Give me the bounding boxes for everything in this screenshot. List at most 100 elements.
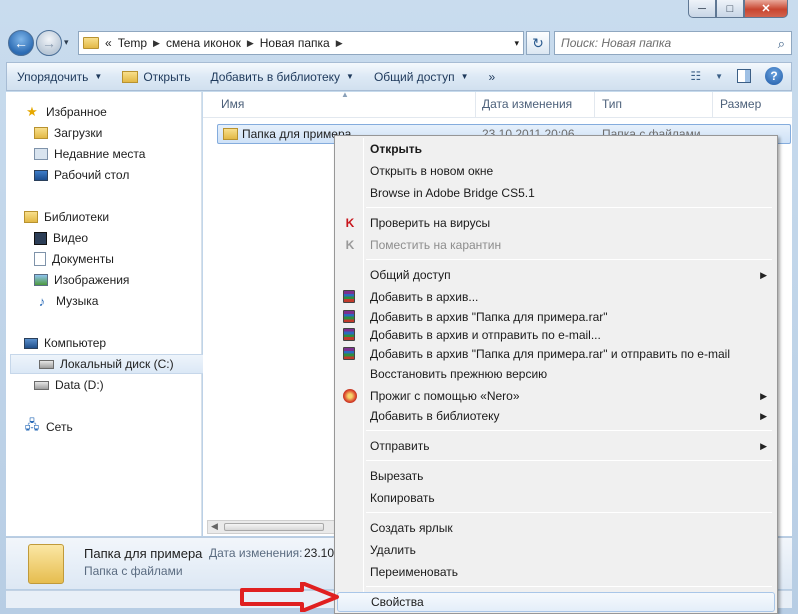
menu-item-cut[interactable]: Вырезать (337, 466, 775, 486)
nav-network[interactable]: 🖧 Сеть (24, 417, 73, 437)
context-menu: Открыть Открыть в новом окне Browse in A… (334, 135, 778, 614)
menu-item-send-to[interactable]: Отправить ▶ (337, 436, 775, 456)
nav-pictures[interactable]: Изображения (34, 270, 129, 290)
downloads-folder-icon (34, 127, 48, 139)
large-folder-icon (28, 544, 64, 584)
window-controls: ─ □ ✕ (688, 0, 788, 18)
chevron-right-icon[interactable]: ▶ (153, 38, 160, 49)
menu-item-add-archive[interactable]: Добавить в архив... (337, 287, 775, 307)
breadcrumb-item[interactable]: смена иконок ▶ (166, 36, 254, 50)
winrar-icon (343, 328, 355, 341)
details-name: Папка для примера (84, 546, 203, 561)
menu-item-add-archive-rar-email[interactable]: Добавить в архив "Папка для примера.rar"… (337, 344, 775, 364)
winrar-icon (343, 310, 355, 323)
navigation-pane: ★ Избранное Загрузки Недавние места Рабоч… (6, 92, 206, 536)
submenu-arrow-icon: ▶ (760, 269, 767, 280)
column-name[interactable]: Имя (221, 97, 244, 111)
nav-favorites[interactable]: ★ Избранное (24, 102, 107, 122)
refresh-button[interactable]: ↻ (526, 31, 550, 55)
folder-icon (223, 128, 238, 140)
help-icon[interactable]: ? (765, 67, 783, 85)
documents-icon (34, 252, 46, 266)
search-icon[interactable]: ⌕ (778, 36, 785, 52)
menu-item-add-archive-rar[interactable]: Добавить в архив "Папка для примера.rar" (337, 307, 775, 327)
nav-libraries[interactable]: Библиотеки (24, 207, 109, 227)
nav-music[interactable]: ♪ Музыка (34, 291, 99, 311)
submenu-arrow-icon: ▶ (760, 410, 767, 421)
submenu-arrow-icon: ▶ (760, 440, 767, 451)
folder-icon (83, 37, 99, 49)
forward-button[interactable]: → (36, 30, 62, 56)
menu-item-rename[interactable]: Переименовать (337, 562, 775, 582)
sort-indicator-icon: ▲ (341, 90, 349, 99)
maximize-button[interactable]: □ (716, 0, 744, 18)
breadcrumb-item[interactable]: Temp ▶ (118, 36, 160, 50)
address-history-dropdown[interactable]: ▾ (514, 38, 519, 49)
column-date[interactable]: Дата изменения (482, 97, 572, 111)
preview-pane-icon[interactable] (737, 69, 751, 83)
menu-item-add-archive-email[interactable]: Добавить в архив и отправить по e-mail..… (337, 325, 775, 345)
menu-item-open[interactable]: Открыть (337, 139, 775, 159)
nav-local-disk-c[interactable]: Локальный диск (C:) (10, 354, 206, 374)
chevron-down-icon: ▼ (346, 72, 354, 81)
drive-c-icon (39, 359, 54, 369)
command-bar: Упорядочить ▼ Открыть Добавить в библиоте… (6, 62, 792, 91)
winrar-icon (343, 347, 355, 360)
nero-icon (343, 389, 357, 403)
kaspersky-icon: K (345, 216, 355, 230)
kaspersky-disabled-icon: K (345, 238, 355, 252)
submenu-arrow-icon: ▶ (760, 390, 767, 401)
view-options-icon[interactable]: ☷ (690, 69, 701, 83)
menu-item-properties[interactable]: Свойства (337, 592, 775, 612)
open-button[interactable]: Открыть (112, 70, 200, 84)
desktop-icon (34, 169, 48, 181)
chevron-right-icon[interactable]: ▶ (336, 38, 343, 49)
chevron-right-icon[interactable]: ▶ (247, 38, 254, 49)
chevron-down-icon: ▼ (460, 72, 469, 81)
scrollbar-thumb[interactable] (224, 523, 324, 531)
menu-item-add-library[interactable]: Добавить в библиотеку ▶ (337, 406, 775, 426)
recent-pages-dropdown[interactable]: ▾ (64, 37, 69, 48)
breadcrumb-item[interactable]: Новая папка ▶ (260, 36, 343, 50)
close-button[interactable]: ✕ (744, 0, 788, 18)
minimize-button[interactable]: ─ (688, 0, 716, 18)
menu-item-nero-burn[interactable]: Прожиг с помощью «Nero» ▶ (337, 386, 775, 406)
search-input[interactable]: Поиск: Новая папка ⌕ (554, 31, 792, 55)
menu-item-create-shortcut[interactable]: Создать ярлык (337, 518, 775, 538)
menu-item-quarantine[interactable]: K Поместить на карантин (337, 235, 775, 255)
organize-button[interactable]: Упорядочить ▼ (7, 70, 112, 84)
chevron-down-icon: ▼ (94, 72, 103, 81)
nav-data-d[interactable]: Data (D:) (34, 375, 104, 395)
pictures-icon (34, 274, 48, 286)
address-bar[interactable]: « Temp ▶ смена иконок ▶ Новая папка ▶ ▾ (78, 31, 524, 55)
nav-downloads[interactable]: Загрузки (34, 123, 102, 143)
menu-item-adobe-bridge[interactable]: Browse in Adobe Bridge CS5.1 (337, 183, 775, 203)
nav-recent-places[interactable]: Недавние места (34, 144, 145, 164)
nav-video[interactable]: Видео (34, 228, 88, 248)
column-size[interactable]: Размер (720, 97, 761, 111)
open-folder-icon (122, 70, 139, 83)
menu-item-open-new-window[interactable]: Открыть в новом окне (337, 161, 775, 181)
chevron-down-icon[interactable]: ▼ (715, 72, 723, 81)
add-to-library-button[interactable]: Добавить в библиотеку ▼ (200, 70, 363, 84)
nav-documents[interactable]: Документы (34, 249, 114, 269)
column-type[interactable]: Тип (602, 97, 622, 111)
menu-item-restore-version[interactable]: Восстановить прежнюю версию (337, 364, 775, 384)
red-arrow-annotation (240, 582, 339, 612)
scroll-left-icon[interactable]: ◀ (211, 521, 218, 532)
drive-d-icon (34, 380, 49, 390)
recent-places-icon (34, 148, 48, 160)
nav-desktop[interactable]: Рабочий стол (34, 165, 129, 185)
breadcrumb-overflow[interactable]: « (105, 36, 112, 50)
back-button[interactable]: ← (8, 30, 34, 56)
menu-item-copy[interactable]: Копировать (337, 488, 775, 508)
computer-icon (24, 337, 38, 349)
more-commands-button[interactable]: » (478, 70, 505, 84)
winrar-icon (343, 290, 355, 303)
menu-item-share[interactable]: Общий доступ ▶ (337, 265, 775, 285)
menu-item-scan-virus[interactable]: K Проверить на вирусы (337, 213, 775, 233)
horizontal-scrollbar[interactable]: ◀ (207, 520, 337, 534)
share-button[interactable]: Общий доступ ▼ (364, 70, 479, 84)
nav-computer[interactable]: Компьютер (24, 333, 106, 353)
menu-item-delete[interactable]: Удалить (337, 540, 775, 560)
